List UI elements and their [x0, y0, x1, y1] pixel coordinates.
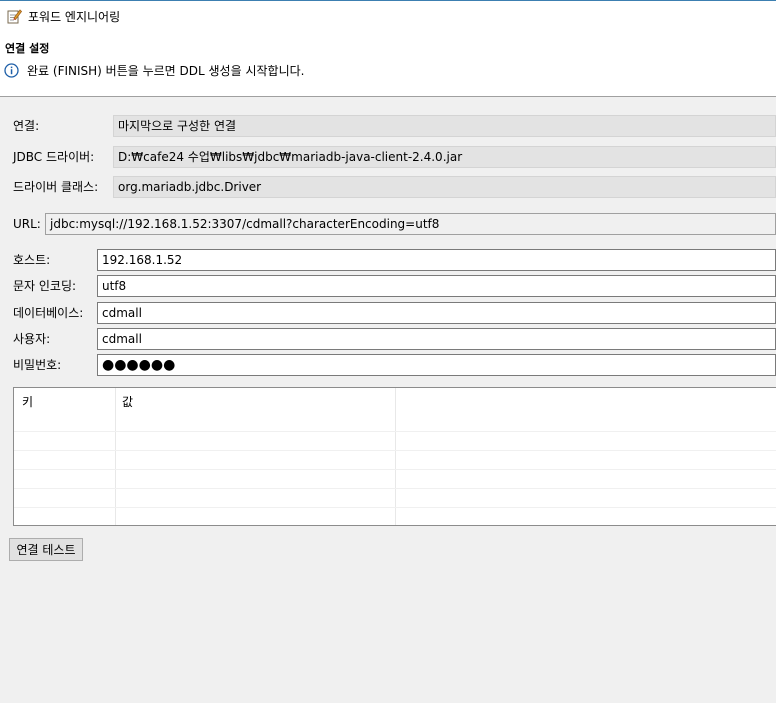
column-divider — [115, 388, 116, 525]
password-label: 비밀번호: — [13, 358, 62, 372]
info-message-text: 완료 (FINISH) 버튼을 누르면 DDL 생성을 시작합니다. — [27, 64, 305, 78]
table-row — [14, 507, 776, 508]
table-header-value[interactable]: 값 — [122, 393, 133, 410]
jdbc-driver-field: D:₩cafe24 수업₩libs₩jdbc₩mariadb-java-clie… — [113, 146, 776, 168]
connection-label: 연결: — [13, 119, 40, 133]
url-field[interactable]: jdbc:mysql://192.168.1.52:3307/cdmall?ch… — [45, 213, 776, 235]
table-row — [14, 450, 776, 451]
host-input[interactable]: 192.168.1.52 — [97, 249, 776, 271]
column-divider — [395, 388, 396, 525]
edit-document-icon — [6, 8, 23, 24]
host-label: 호스트: — [13, 253, 51, 267]
jdbc-driver-label: JDBC 드라이버: — [13, 150, 95, 164]
user-label: 사용자: — [13, 332, 51, 346]
connection-field: 마지막으로 구성한 연결 — [113, 115, 776, 137]
table-row — [14, 488, 776, 489]
password-input[interactable]: ●●●●●● — [97, 354, 776, 376]
driver-class-field: org.mariadb.jdbc.Driver — [113, 176, 776, 198]
test-connection-button[interactable]: 연결 테스트 — [9, 538, 83, 561]
user-input[interactable]: cdmall — [97, 328, 776, 350]
table-row — [14, 469, 776, 470]
dialog-title: 포워드 엔지니어링 — [28, 9, 121, 24]
dialog-title-bar: 포워드 엔지니어링 — [6, 7, 120, 25]
info-message: 완료 (FINISH) 버튼을 누르면 DDL 생성을 시작합니다. — [4, 62, 304, 79]
driver-class-label: 드라이버 클래스: — [13, 180, 99, 194]
encoding-input[interactable]: utf8 — [97, 275, 776, 297]
database-input[interactable]: cdmall — [97, 302, 776, 324]
properties-table[interactable]: 키 값 — [13, 387, 776, 526]
info-icon — [4, 63, 19, 78]
database-label: 데이터베이스: — [13, 306, 84, 320]
url-label: URL: — [13, 217, 41, 231]
encoding-label: 문자 인코딩: — [13, 279, 77, 293]
table-row — [14, 431, 776, 432]
table-header-key[interactable]: 키 — [22, 393, 33, 410]
dialog-header: 포워드 엔지니어링 연결 설정 완료 (FINISH) 버튼을 누르면 DDL … — [0, 1, 776, 97]
section-title: 연결 설정 — [5, 42, 50, 55]
